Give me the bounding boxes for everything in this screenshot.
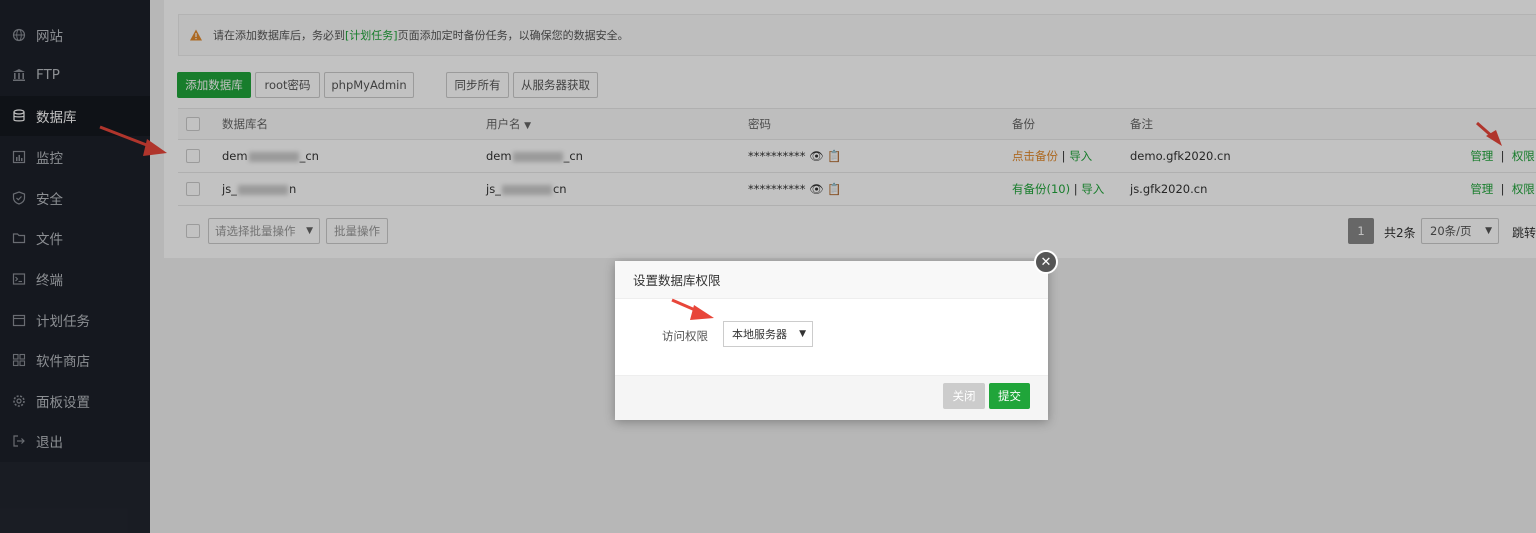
access-permission-select[interactable]: 本地服务器 ▼ (723, 321, 813, 347)
close-icon[interactable]: ✕ (1034, 250, 1058, 274)
dialog-footer: 关闭 提交 (615, 375, 1048, 420)
access-permission-label: 访问权限 (662, 329, 708, 343)
caret-down-icon: ▼ (799, 329, 806, 339)
close-button[interactable]: 关闭 (943, 383, 985, 409)
submit-button[interactable]: 提交 (989, 383, 1030, 409)
dialog-title: 设置数据库权限 (615, 261, 1048, 299)
permission-dialog: 设置数据库权限 访问权限 本地服务器 ▼ 关闭 提交 (615, 261, 1048, 420)
